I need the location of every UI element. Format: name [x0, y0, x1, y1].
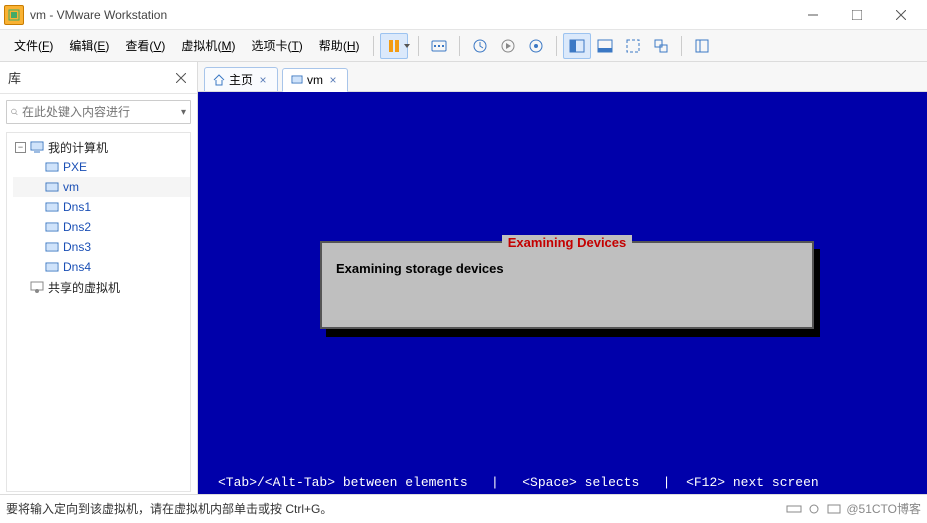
search-input-wrapper[interactable]: ▾: [6, 100, 191, 124]
tabstrip: 主页 × vm ×: [198, 62, 927, 92]
tree-label: Dns1: [63, 200, 91, 214]
app-icon: [4, 5, 24, 25]
dialog-title: Examining Devices: [502, 235, 633, 250]
tab-close-button[interactable]: ×: [257, 74, 269, 86]
window-title: vm - VMware Workstation: [30, 8, 791, 22]
vm-console[interactable]: Examining Devices Examining storage devi…: [198, 92, 927, 494]
tab-label: 主页: [229, 71, 253, 88]
menu-view[interactable]: 查看(V): [117, 33, 173, 58]
tree-node-vm[interactable]: Dns2: [13, 217, 190, 237]
dialog-body: Examining storage devices: [322, 243, 812, 294]
tree-label: Dns4: [63, 260, 91, 274]
separator: [556, 36, 557, 56]
menu-help[interactable]: 帮助(H): [311, 33, 368, 58]
computer-icon: [30, 141, 44, 153]
unity-button[interactable]: [647, 33, 675, 59]
statusbar: 要将输入定向到该虚拟机，请在虚拟机内部单击或按 Ctrl+G。 @51CTO博客: [0, 494, 927, 522]
vm-icon: [45, 241, 59, 253]
close-button[interactable]: [879, 1, 923, 29]
tree-label: Dns2: [63, 220, 91, 234]
tree-label: PXE: [63, 160, 87, 174]
view-thumbnail-button[interactable]: [591, 33, 619, 59]
tab-label: vm: [307, 73, 323, 87]
vm-icon: [45, 261, 59, 273]
snapshot-manage-button[interactable]: [522, 33, 550, 59]
separator: [418, 36, 419, 56]
device-icon[interactable]: [806, 503, 822, 515]
sidebar: 库 ▾ − 我的计算机 PXE vm Dns1 Dns2 Dns3 Dns4 共享的虚拟机: [0, 62, 198, 494]
titlebar: vm - VMware Workstation: [0, 0, 927, 30]
search-dropdown[interactable]: ▾: [181, 107, 186, 118]
status-device-icons: @51CTO博客: [786, 500, 921, 517]
status-hint: 要将输入定向到该虚拟机，请在虚拟机内部单击或按 Ctrl+G。: [6, 500, 332, 517]
watermark: @51CTO博客: [846, 500, 921, 517]
vm-icon: [291, 74, 303, 86]
tab-close-button[interactable]: ×: [327, 74, 339, 86]
tree-label: vm: [63, 180, 79, 194]
separator: [373, 36, 374, 56]
tree-node-vm[interactable]: PXE: [13, 157, 190, 177]
snapshot-revert-button[interactable]: [494, 33, 522, 59]
separator: [681, 36, 682, 56]
vm-icon: [45, 201, 59, 213]
menubar: 文件(F) 编辑(E) 查看(V) 虚拟机(M) 选项卡(T) 帮助(H): [0, 30, 927, 62]
snapshot-take-button[interactable]: [466, 33, 494, 59]
tree-label: 共享的虚拟机: [48, 279, 120, 296]
tree-node-vm[interactable]: Dns3: [13, 237, 190, 257]
menu-tabs[interactable]: 选项卡(T): [243, 33, 310, 58]
installer-dialog: Examining Devices Examining storage devi…: [320, 241, 814, 329]
sidebar-title: 库: [8, 68, 21, 87]
menu-vm[interactable]: 虚拟机(M): [173, 33, 243, 58]
device-icon[interactable]: [786, 503, 802, 515]
menu-edit[interactable]: 编辑(E): [61, 33, 117, 58]
device-icon[interactable]: [826, 503, 842, 515]
content: 主页 × vm × Examining Devices Examining st…: [198, 62, 927, 494]
send-ctrl-alt-del-button[interactable]: [425, 33, 453, 59]
search-input[interactable]: [22, 105, 177, 119]
tree-node-shared[interactable]: 共享的虚拟机: [13, 277, 190, 297]
tree-node-vm[interactable]: Dns4: [13, 257, 190, 277]
separator: [459, 36, 460, 56]
vm-icon: [45, 181, 59, 193]
sidebar-header: 库: [0, 62, 197, 94]
vm-icon: [45, 161, 59, 173]
expander-placeholder: [15, 282, 26, 293]
shared-icon: [30, 281, 44, 293]
main: 库 ▾ − 我的计算机 PXE vm Dns1 Dns2 Dns3 Dns4 共享的虚拟机: [0, 62, 927, 494]
power-dropdown[interactable]: [404, 44, 412, 48]
tree-label: Dns3: [63, 240, 91, 254]
library-tree: − 我的计算机 PXE vm Dns1 Dns2 Dns3 Dns4 共享的虚拟机: [6, 132, 191, 492]
search-icon: [11, 106, 18, 118]
home-icon: [213, 74, 225, 86]
tree-node-mycomputer[interactable]: − 我的计算机: [13, 137, 190, 157]
expander-icon[interactable]: −: [15, 142, 26, 153]
minimize-button[interactable]: [791, 1, 835, 29]
tree-label: 我的计算机: [48, 139, 108, 156]
view-console-button[interactable]: [563, 33, 591, 59]
fullscreen-button[interactable]: [619, 33, 647, 59]
maximize-button[interactable]: [835, 1, 879, 29]
tree-node-vm[interactable]: Dns1: [13, 197, 190, 217]
vm-icon: [45, 221, 59, 233]
tab-vm[interactable]: vm ×: [282, 68, 348, 92]
library-toggle-button[interactable]: [688, 33, 716, 59]
sidebar-close-button[interactable]: [173, 70, 189, 86]
console-help-line: <Tab>/<Alt-Tab> between elements | <Spac…: [218, 475, 927, 490]
menu-file[interactable]: 文件(F): [6, 33, 61, 58]
tab-home[interactable]: 主页 ×: [204, 67, 278, 91]
tree-node-vm[interactable]: vm: [13, 177, 190, 197]
